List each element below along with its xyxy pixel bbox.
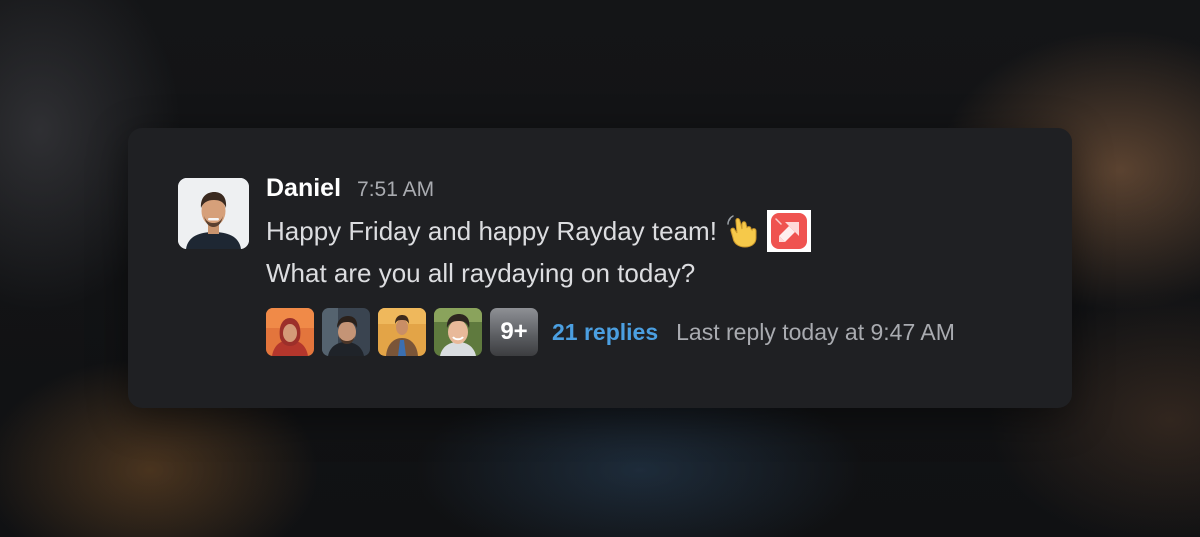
thread-participant-avatar[interactable] bbox=[266, 308, 314, 356]
last-reply-time: Last reply today at 9:47 AM bbox=[676, 318, 955, 345]
more-participants-badge[interactable]: 9+ bbox=[490, 308, 538, 356]
thread-participant-avatar[interactable] bbox=[378, 308, 426, 356]
author-avatar-image bbox=[178, 178, 249, 249]
message-text-line-2: What are you all raydaying on today? bbox=[266, 258, 696, 288]
replies-link[interactable]: 21 replies bbox=[552, 319, 658, 346]
author-name[interactable]: Daniel bbox=[266, 174, 341, 203]
message-line-1: Happy Friday and happy Rayday team! bbox=[266, 210, 1042, 252]
raycast-logo-emoji-icon[interactable] bbox=[766, 210, 811, 252]
thread-summary[interactable]: 9+ 21 replies Last reply today at 9:47 A… bbox=[266, 308, 1042, 356]
message-card[interactable]: Daniel 7:51 AM Happy Friday and happy Ra… bbox=[128, 128, 1072, 408]
thread-participant-avatar[interactable] bbox=[434, 308, 482, 356]
waving-hand-emoji-icon[interactable] bbox=[727, 214, 761, 248]
message-text-line-1: Happy Friday and happy Rayday team! bbox=[266, 216, 717, 246]
message-timestamp[interactable]: 7:51 AM bbox=[357, 178, 434, 202]
message-content: Daniel 7:51 AM Happy Friday and happy Ra… bbox=[266, 174, 1042, 356]
thread-participant-avatar[interactable] bbox=[322, 308, 370, 356]
author-avatar[interactable] bbox=[178, 178, 249, 249]
message-line-2: What are you all raydaying on today? bbox=[266, 252, 1042, 294]
message-header: Daniel 7:51 AM bbox=[266, 174, 1042, 210]
